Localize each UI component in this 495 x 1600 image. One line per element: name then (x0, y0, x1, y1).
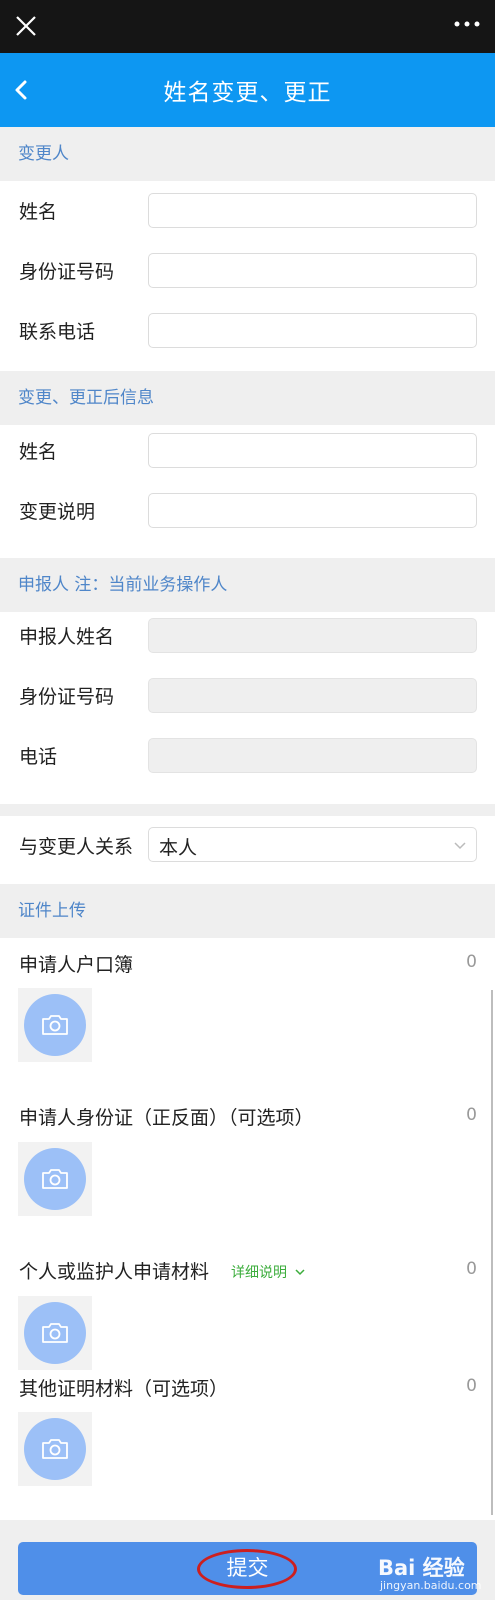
page-title: 姓名变更、更正 (163, 80, 332, 106)
relation-select[interactable]: 本人 (148, 827, 477, 862)
upload-photo-button[interactable] (18, 1142, 92, 1216)
watermark-logo: Bai 经验 (378, 1556, 465, 1580)
divider (0, 804, 495, 816)
new-name-label: 姓名 (19, 441, 58, 463)
close-icon[interactable] (12, 12, 40, 40)
section-header-declarant: 申报人 注：当前业务操作人 (0, 558, 495, 612)
annotation-circle (197, 1549, 297, 1589)
nav-bar: 姓名变更、更正 (0, 53, 495, 127)
applicant-name-input[interactable] (148, 193, 477, 228)
applicant-id-label: 身份证号码 (19, 261, 115, 283)
applicant-phone-label: 联系电话 (19, 321, 96, 343)
upload-photo-button[interactable] (18, 988, 92, 1062)
upload-photo-button[interactable] (18, 1412, 92, 1486)
upload-count: 0 (466, 952, 477, 972)
applicant-id-input[interactable] (148, 253, 477, 288)
camera-icon (42, 1015, 68, 1035)
chevron-down-icon (295, 1269, 305, 1276)
detail-link-label: 详细说明 (231, 1265, 287, 1281)
more-icon[interactable] (453, 14, 481, 34)
scrollbar[interactable] (491, 990, 493, 1515)
declarant-id-input (148, 678, 477, 713)
applicant-name-label: 姓名 (19, 201, 58, 223)
camera-icon (42, 1439, 68, 1459)
new-name-input[interactable] (148, 433, 477, 468)
change-description-label: 变更说明 (19, 501, 96, 523)
upload-label-application-materials: 个人或监护人申请材料 (19, 1261, 210, 1283)
upload-count: 0 (466, 1376, 477, 1396)
declarant-phone-input (148, 738, 477, 773)
upload-label-household-register: 申请人户口簿 (19, 954, 134, 976)
upload-count: 0 (466, 1259, 477, 1279)
upload-photo-button[interactable] (18, 1296, 92, 1370)
upload-label-other-proof: 其他证明材料（可选项） (19, 1378, 229, 1400)
watermark-url: jingyan.baidu.com (380, 1579, 482, 1592)
top-bar (0, 0, 495, 53)
relation-selected-value: 本人 (159, 837, 198, 859)
applicant-phone-input[interactable] (148, 313, 477, 348)
chevron-down-icon (454, 842, 466, 850)
upload-label-id-card: 申请人身份证（正反面）（可选项） (19, 1107, 314, 1129)
section-header-upload: 证件上传 (0, 884, 495, 938)
declarant-name-label: 申报人姓名 (19, 626, 115, 648)
section-header-applicant: 变更人 (0, 127, 495, 181)
declarant-name-input (148, 618, 477, 653)
relation-label: 与变更人关系 (19, 836, 134, 858)
upload-count: 0 (466, 1105, 477, 1125)
camera-icon (42, 1169, 68, 1189)
declarant-id-label: 身份证号码 (19, 686, 115, 708)
declarant-phone-label: 电话 (19, 746, 58, 768)
detail-link[interactable]: 详细说明 (231, 1262, 306, 1282)
camera-icon (42, 1323, 68, 1343)
section-header-after-change: 变更、更正后信息 (0, 371, 495, 425)
change-description-input[interactable] (148, 493, 477, 528)
